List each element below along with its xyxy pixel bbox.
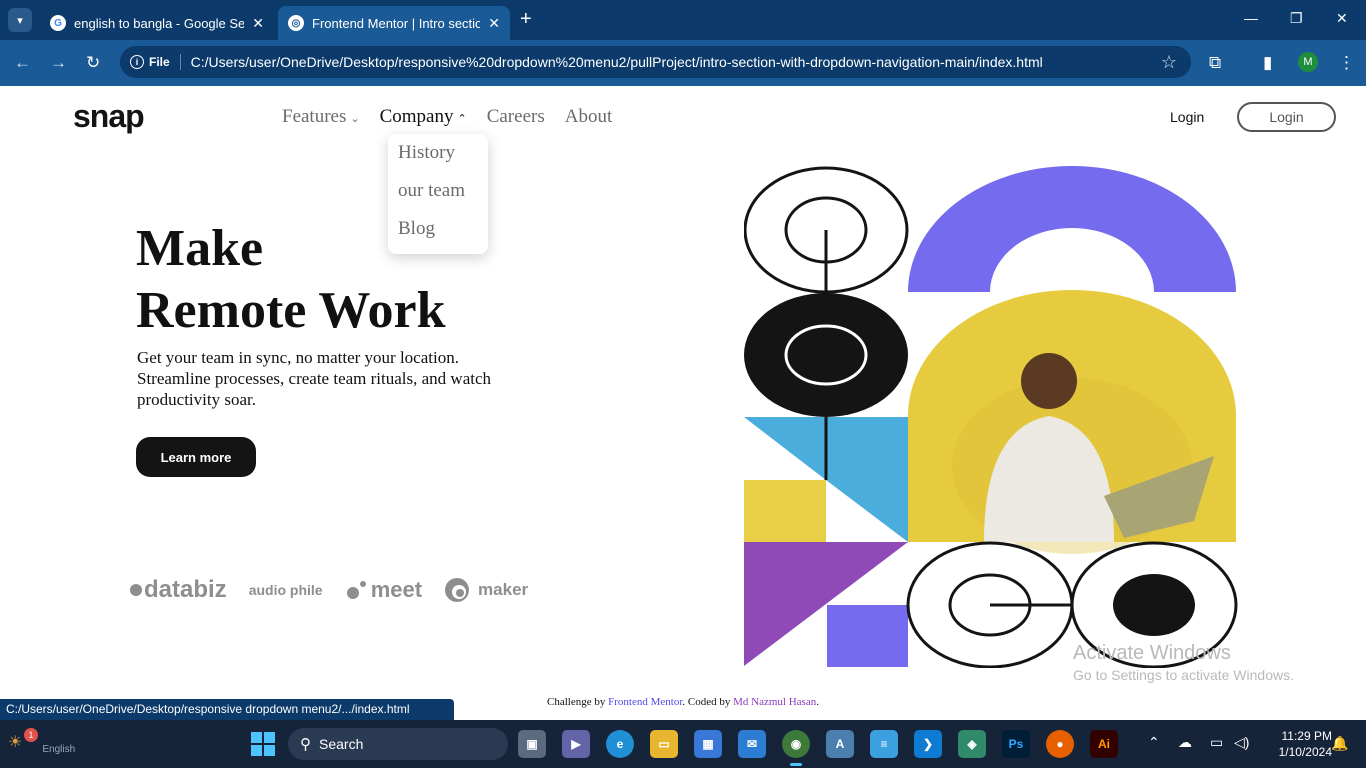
client-logo-audiophile: audio phile	[248, 582, 323, 598]
back-arrow-icon[interactable]: ←	[14, 53, 31, 73]
hero-title-line1: Make	[136, 220, 264, 277]
nav-features[interactable]: Features ⌄	[282, 106, 360, 128]
globe-icon: ◎	[288, 15, 304, 31]
web-page: snap Features ⌄ Company ⌃ Careers About …	[0, 86, 1366, 720]
notification-badge: 1	[24, 728, 38, 742]
watermark-title: Activate Windows	[1073, 642, 1231, 664]
profile-avatar[interactable]: M	[1298, 52, 1318, 72]
nav-label: Careers	[486, 106, 545, 127]
edge-icon[interactable]: e	[606, 730, 634, 758]
site-logo[interactable]: snap	[73, 98, 145, 135]
nav-label: About	[564, 106, 613, 127]
cloud-icon[interactable]: ☁	[1178, 734, 1192, 751]
watermark-subtitle: Go to Settings to activate Windows.	[1073, 667, 1294, 683]
close-tab-icon[interactable]: ✕	[488, 15, 500, 32]
notes-icon[interactable]: ≡	[870, 730, 898, 758]
tab-google-search[interactable]: G english to bangla - Google Sear ✕	[40, 6, 274, 40]
nav-about[interactable]: About	[565, 106, 613, 128]
learn-more-button[interactable]: Learn more	[136, 437, 256, 477]
login-link[interactable]: Login	[1170, 109, 1204, 125]
client-logos: databiz audio phile meet maker	[130, 576, 550, 604]
extensions-icon[interactable]: ⧉	[1209, 53, 1221, 73]
minimize-button[interactable]: —	[1244, 10, 1258, 26]
search-label: Search	[319, 736, 364, 752]
address-divider	[179, 54, 181, 70]
address-bar[interactable]: i File C:/Users/user/OneDrive/Desktop/re…	[120, 46, 1191, 78]
info-icon: i	[130, 55, 144, 69]
client-logo-meet: meet	[345, 577, 422, 603]
tab-title: Frontend Mentor | Intro section	[312, 15, 481, 31]
close-tab-icon[interactable]: ✕	[252, 15, 264, 32]
tab-title: english to bangla - Google Sear	[74, 15, 245, 31]
url-text[interactable]: C:/Users/user/OneDrive/Desktop/responsiv…	[191, 54, 1043, 70]
nav-label: Company	[379, 106, 454, 127]
notification-bell-icon[interactable]: 🔔	[1331, 735, 1348, 752]
windows-taskbar: ☀ English 1 ⚲ Search ▣ ▶ e ▭ ▦ ✉ ◉ A ≡ ❯…	[0, 720, 1366, 768]
client-logo-maker: maker	[444, 577, 528, 603]
chevron-down-icon: ⌄	[350, 113, 360, 125]
illustrator-icon[interactable]: Ai	[1090, 730, 1118, 758]
task-view-icon[interactable]: ▣	[518, 730, 546, 758]
reload-icon[interactable]: ↻	[86, 53, 100, 73]
dot-icon	[130, 584, 142, 596]
weather-widget[interactable]: ☀ English	[8, 728, 76, 756]
dropdown-item-history[interactable]: History	[398, 142, 478, 180]
forward-arrow-icon[interactable]: →	[50, 53, 67, 73]
google-icon: G	[50, 15, 66, 31]
chrome-icon[interactable]: ◉	[782, 730, 810, 766]
restore-button[interactable]: ❐	[1290, 10, 1303, 27]
dropdown-item-our-team[interactable]: our team	[398, 180, 478, 218]
language-label: English	[42, 744, 76, 755]
chevron-up-icon: ⌃	[457, 113, 467, 125]
firefox-icon[interactable]: ●	[1046, 730, 1074, 758]
menu-dots-icon[interactable]: ⋮	[1338, 53, 1355, 73]
tab-search-button[interactable]: ▾	[8, 8, 32, 32]
hero-description: Get your team in sync, no matter your lo…	[137, 348, 492, 409]
activate-windows-watermark: Activate Windows Go to Settings to activ…	[1073, 642, 1294, 683]
nav-company[interactable]: Company ⌃	[380, 106, 467, 128]
windows-start-button[interactable]	[251, 732, 275, 756]
site-info-chip[interactable]: i File	[130, 55, 170, 69]
teams-icon[interactable]: ▶	[562, 730, 590, 758]
clock-time: 11:29 PM	[1281, 729, 1332, 743]
client-logo-databiz: databiz	[130, 576, 227, 604]
taskbar-search[interactable]: ⚲ Search	[288, 728, 508, 760]
main-nav: Features ⌄ Company ⌃ Careers About	[282, 106, 632, 128]
hero-title-line2: Remote Work	[136, 282, 446, 339]
nav-label: Features	[282, 106, 347, 127]
frontend-mentor-link[interactable]: Frontend Mentor	[608, 696, 682, 708]
photoshop-icon[interactable]: Ps	[1002, 730, 1030, 758]
browser-toolbar: ← → ↻ i File C:/Users/user/OneDrive/Desk…	[0, 40, 1366, 86]
nav-careers[interactable]: Careers	[487, 106, 545, 128]
weather-icon: ☀	[8, 733, 23, 751]
close-window-button[interactable]: ✕	[1336, 10, 1348, 27]
hero-title: Make Remote Work	[136, 218, 446, 342]
side-panel-icon[interactable]: ▮	[1263, 53, 1272, 73]
browser-tab-bar: ▾ G english to bangla - Google Sear ✕ ◎ …	[0, 0, 1366, 40]
maps-icon[interactable]: ◈	[958, 730, 986, 758]
tab-frontend-mentor[interactable]: ◎ Frontend Mentor | Intro section ✕	[278, 6, 510, 40]
login-button[interactable]: Login	[1237, 102, 1336, 132]
mail-icon[interactable]: ✉	[738, 730, 766, 758]
file-label: File	[149, 55, 170, 69]
hero-illustration	[744, 166, 1238, 668]
link-status-bubble: C:/Users/user/OneDrive/Desktop/responsiv…	[0, 699, 454, 720]
volume-icon[interactable]: ◁)	[1234, 734, 1249, 751]
file-explorer-icon[interactable]: ▭	[650, 730, 678, 758]
chevron-up-icon[interactable]: ⌃	[1148, 734, 1160, 751]
search-icon: ⚲	[300, 736, 311, 753]
network-icon[interactable]: ▭	[1210, 734, 1223, 751]
new-tab-button[interactable]: +	[520, 8, 532, 31]
author-link[interactable]: Md Nazmul Hasan	[733, 696, 816, 708]
dots-icon	[346, 581, 366, 599]
system-clock[interactable]: 11:29 PM 1/10/2024	[1262, 728, 1332, 760]
store-icon[interactable]: ▦	[694, 730, 722, 758]
maker-swirl-icon	[445, 578, 470, 602]
vscode-icon[interactable]: ❯	[914, 730, 942, 758]
notepad-icon[interactable]: A	[826, 730, 854, 758]
bookmark-star-icon[interactable]: ☆	[1161, 52, 1177, 73]
clock-date: 1/10/2024	[1278, 745, 1332, 759]
